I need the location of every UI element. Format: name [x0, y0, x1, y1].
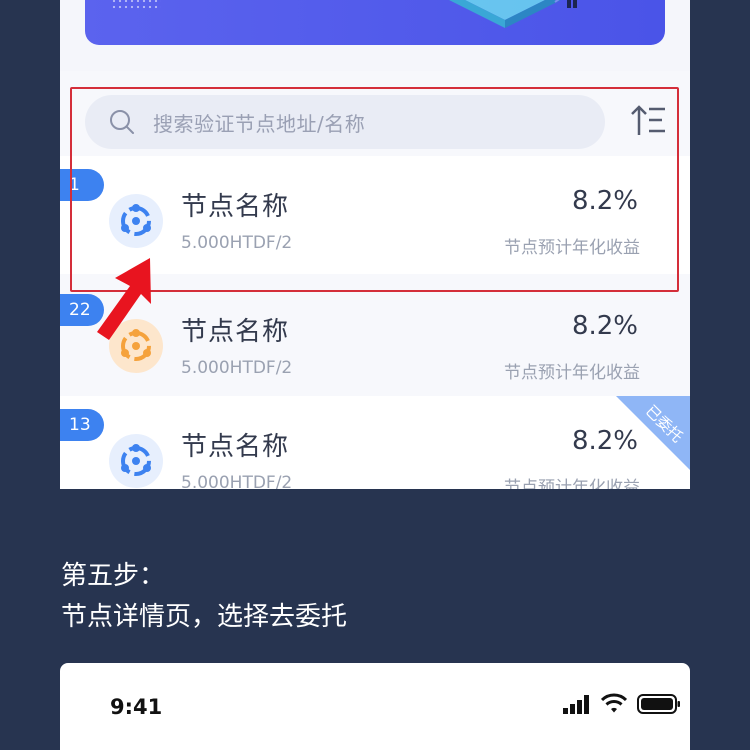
banner-dots-decoration: [111, 0, 161, 10]
wifi-icon: [601, 693, 627, 713]
battery-icon: [637, 694, 680, 714]
step-title: 第五步：: [61, 561, 166, 591]
node-name: 节点名称: [181, 317, 290, 347]
node-amount: 5.000HTDF/2: [181, 358, 293, 378]
cellular-signal-icon: [563, 695, 589, 714]
red-arrow-icon: [97, 258, 151, 340]
step-description: 节点详情页，选择去委托: [61, 602, 348, 632]
node-icon-blue: [109, 434, 163, 488]
node-rate-label: 节点预计年化收益: [504, 363, 640, 383]
top-banner: [85, 0, 665, 45]
status-time: 9:41: [110, 695, 163, 719]
node-name: 节点名称: [181, 432, 290, 462]
node-amount: 5.000HTDF/2: [181, 473, 293, 489]
rank-badge: 13: [60, 409, 104, 441]
phone-screenshot-bottom: 9:41: [60, 663, 690, 750]
node-rate: 8.2%: [571, 311, 638, 341]
node-item[interactable]: 13 节点名称 5.000HTDF/2 8.2% 节点预计年化收益 已委托: [60, 396, 690, 489]
banner-illustration: [449, 0, 577, 28]
delegated-corner-tag: 已委托: [616, 396, 690, 470]
node-rate-label: 节点预计年化收益: [504, 478, 640, 489]
